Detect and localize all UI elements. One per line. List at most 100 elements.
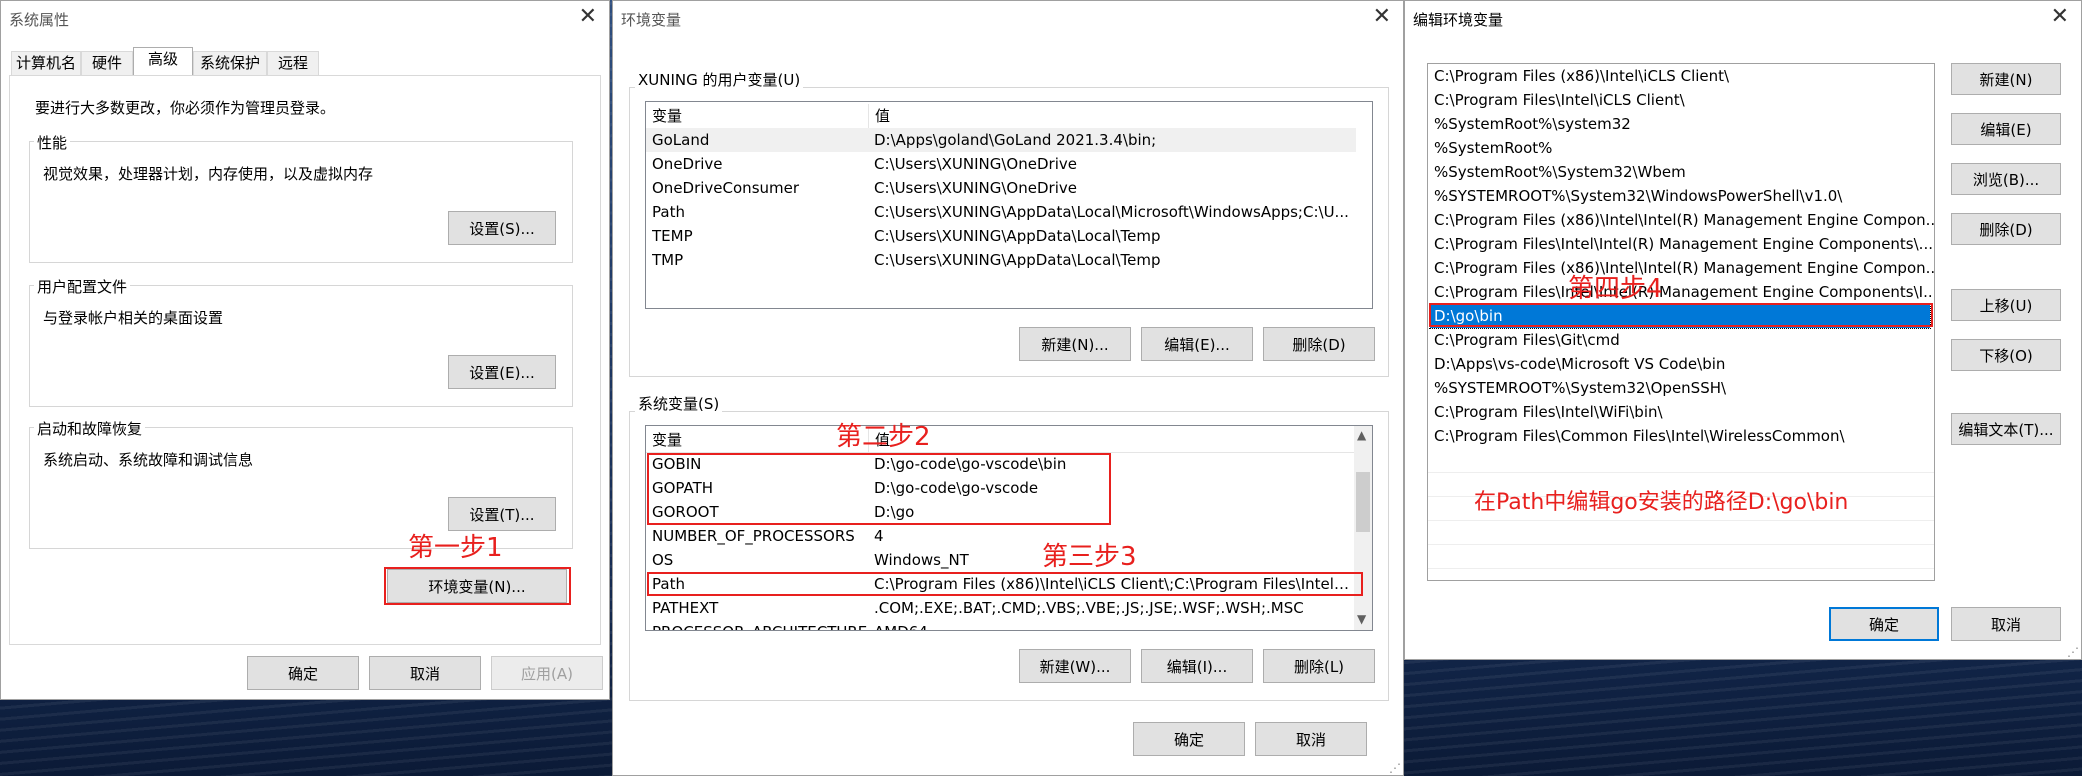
performance-label: 性能 [34, 132, 71, 153]
table-row[interactable]: GoLand D:\Apps\goland\GoLand 2021.3.4\bi… [646, 128, 1356, 152]
step2-highlight [647, 453, 1111, 525]
column-header-variable[interactable]: 变量 [652, 428, 852, 452]
variable-name: TEMP [652, 227, 693, 245]
cancel-button[interactable]: 取消 [369, 656, 481, 690]
list-item[interactable]: %SystemRoot%\system32 [1428, 112, 1934, 136]
list-item[interactable]: C:\Program Files\Intel\Intel(R) Manageme… [1428, 280, 1934, 304]
list-item[interactable]: %SYSTEMROOT%\System32\WindowsPowerShell\… [1428, 184, 1934, 208]
variable-value: C:\Users\XUNING\AppData\Local\Microsoft\… [874, 203, 1349, 221]
table-row[interactable]: PATHEXT .COM;.EXE;.BAT;.CMD;.VBS;.VBE;.J… [646, 596, 1356, 620]
column-header-variable[interactable]: 变量 [652, 104, 852, 128]
system-edit-button[interactable]: 编辑(I)... [1141, 649, 1253, 683]
performance-settings-button[interactable]: 设置(S)... [448, 211, 556, 245]
resize-grip-icon[interactable]: ⋰ [2067, 645, 2079, 659]
user-edit-button[interactable]: 编辑(E)... [1141, 327, 1253, 361]
cancel-button[interactable]: 取消 [1951, 607, 2061, 641]
instruction-note: 在Path中编辑go安装的路径D:\go\bin [1474, 490, 1849, 515]
list-item[interactable]: %SystemRoot%\System32\Wbem [1428, 160, 1934, 184]
vertical-scrollbar[interactable]: ▲ ▼ [1354, 426, 1372, 630]
list-item[interactable]: C:\Program Files (x86)\Intel\Intel(R) Ma… [1428, 256, 1934, 280]
chevron-down-icon[interactable]: ▼ [1357, 612, 1366, 626]
ok-button[interactable]: 确定 [1133, 722, 1245, 756]
cancel-button[interactable]: 取消 [1255, 722, 1367, 756]
tab-remote[interactable]: 远程 [267, 51, 319, 75]
table-row[interactable]: NUMBER_OF_PROCESSORS 4 [646, 524, 1356, 548]
edit-text-button[interactable]: 编辑文本(T)... [1951, 413, 2061, 445]
dialog-title: 系统属性 [9, 11, 70, 29]
list-item[interactable]: %SYSTEMROOT%\System32\OpenSSH\ [1428, 376, 1934, 400]
apply-button[interactable]: 应用(A) [491, 656, 603, 690]
system-properties-dialog: 系统属性 ✕ 计算机名 硬件 高级 系统保护 远程 要进行大多数更改，你必须作为… [0, 0, 610, 700]
system-variables-label: 系统变量(S) [635, 393, 723, 414]
table-row[interactable]: OneDrive C:\Users\XUNING\OneDrive [646, 152, 1356, 176]
dialog-title: 环境变量 [621, 11, 682, 29]
column-header-value[interactable]: 值 [868, 428, 1355, 452]
step1-annotation: 第一步1 [408, 533, 503, 563]
edit-button[interactable]: 编辑(E) [1951, 113, 2061, 145]
list-item[interactable]: C:\Program Files\Intel\iCLS Client\ [1428, 88, 1934, 112]
scrollbar-thumb[interactable] [1356, 472, 1370, 532]
step1-highlight [384, 567, 571, 605]
move-down-button[interactable]: 下移(O) [1951, 339, 2061, 371]
ok-button[interactable]: 确定 [247, 656, 359, 690]
close-icon[interactable]: ✕ [579, 5, 597, 29]
table-row[interactable]: OS Windows_NT [646, 548, 1356, 572]
startup-recovery-desc: 系统启动、系统故障和调试信息 [43, 451, 254, 469]
user-variables-label: XUNING 的用户变量(U) [635, 69, 804, 90]
variable-value: D:\Apps\goland\GoLand 2021.3.4\bin; [874, 131, 1157, 149]
list-item[interactable]: C:\Program Files\Intel\WiFi\bin\ [1428, 400, 1934, 424]
table-row[interactable]: TMP C:\Users\XUNING\AppData\Local\Temp [646, 248, 1356, 272]
environment-variables-dialog: 环境变量 ✕ XUNING 的用户变量(U) 变量 值 GoLand D:\Ap… [612, 0, 1404, 776]
system-delete-button[interactable]: 删除(L) [1263, 649, 1375, 683]
tab-hardware[interactable]: 硬件 [81, 51, 133, 75]
variable-name: PATHEXT [652, 599, 719, 617]
close-icon[interactable]: ✕ [1373, 5, 1391, 29]
delete-button[interactable]: 删除(D) [1951, 213, 2061, 245]
new-button[interactable]: 新建(N) [1951, 63, 2061, 95]
list-item[interactable]: C:\Program Files (x86)\Intel\iCLS Client… [1428, 64, 1934, 88]
user-new-button[interactable]: 新建(N)... [1019, 327, 1131, 361]
list-item[interactable]: C:\Program Files\Git\cmd [1428, 328, 1934, 352]
tab-computer-name[interactable]: 计算机名 [11, 51, 81, 75]
list-item[interactable]: C:\Program Files\Common Files\Intel\Wire… [1428, 424, 1934, 448]
user-variables-list[interactable]: 变量 值 GoLand D:\Apps\goland\GoLand 2021.3… [645, 101, 1373, 309]
empty-row-divider [1428, 448, 1934, 473]
table-row[interactable]: PROCESSOR_ARCHITECTURE AMD64 [646, 620, 1356, 630]
dialog-title: 编辑环境变量 [1413, 11, 1504, 29]
browse-button[interactable]: 浏览(B)... [1951, 163, 2061, 195]
empty-row-divider [1428, 520, 1934, 545]
ok-button[interactable]: 确定 [1829, 607, 1939, 641]
empty-row-divider [1428, 544, 1934, 569]
table-row[interactable]: OneDriveConsumer C:\Users\XUNING\OneDriv… [646, 176, 1356, 200]
variable-value: .COM;.EXE;.BAT;.CMD;.VBS;.VBE;.JS;.JSE;.… [874, 599, 1304, 617]
close-icon[interactable]: ✕ [2051, 5, 2069, 29]
table-row[interactable]: TEMP C:\Users\XUNING\AppData\Local\Temp [646, 224, 1356, 248]
list-item[interactable]: D:\Apps\vs-code\Microsoft VS Code\bin [1428, 352, 1934, 376]
step4-highlight [1429, 303, 1933, 327]
table-row[interactable]: Path C:\Users\XUNING\AppData\Local\Micro… [646, 200, 1356, 224]
column-header-value[interactable]: 值 [868, 104, 1355, 128]
variable-value: C:\Users\XUNING\AppData\Local\Temp [874, 227, 1161, 245]
admin-note: 要进行大多数更改，你必须作为管理员登录。 [35, 99, 336, 117]
list-item[interactable]: C:\Program Files (x86)\Intel\Intel(R) Ma… [1428, 208, 1934, 232]
variable-name: GoLand [652, 131, 710, 149]
move-up-button[interactable]: 上移(U) [1951, 289, 2061, 321]
list-item[interactable]: C:\Program Files\Intel\Intel(R) Manageme… [1428, 232, 1934, 256]
tab-advanced[interactable]: 高级 [133, 47, 193, 75]
list-item[interactable]: %SystemRoot% [1428, 136, 1934, 160]
variable-name: PROCESSOR_ARCHITECTURE [652, 620, 868, 630]
step2-annotation: 第二步2 [836, 422, 931, 452]
list-header: 变量 值 [646, 104, 1356, 129]
step3-highlight [647, 572, 1363, 596]
startup-recovery-settings-button[interactable]: 设置(T)... [448, 497, 556, 531]
chevron-up-icon[interactable]: ▲ [1357, 428, 1366, 442]
tab-system-protection[interactable]: 系统保护 [193, 51, 267, 75]
variable-value: C:\Users\XUNING\OneDrive [874, 155, 1077, 173]
variable-name: OneDrive [652, 155, 723, 173]
performance-desc: 视觉效果，处理器计划，内存使用，以及虚拟内存 [43, 165, 374, 183]
resize-grip-icon[interactable]: ⋰ [1389, 761, 1401, 775]
system-new-button[interactable]: 新建(W)... [1019, 649, 1131, 683]
user-profile-settings-button[interactable]: 设置(E)... [448, 355, 556, 389]
edit-environment-variable-dialog: 编辑环境变量 ✕ C:\Program Files (x86)\Intel\iC… [1404, 0, 2082, 660]
user-delete-button[interactable]: 删除(D) [1263, 327, 1375, 361]
